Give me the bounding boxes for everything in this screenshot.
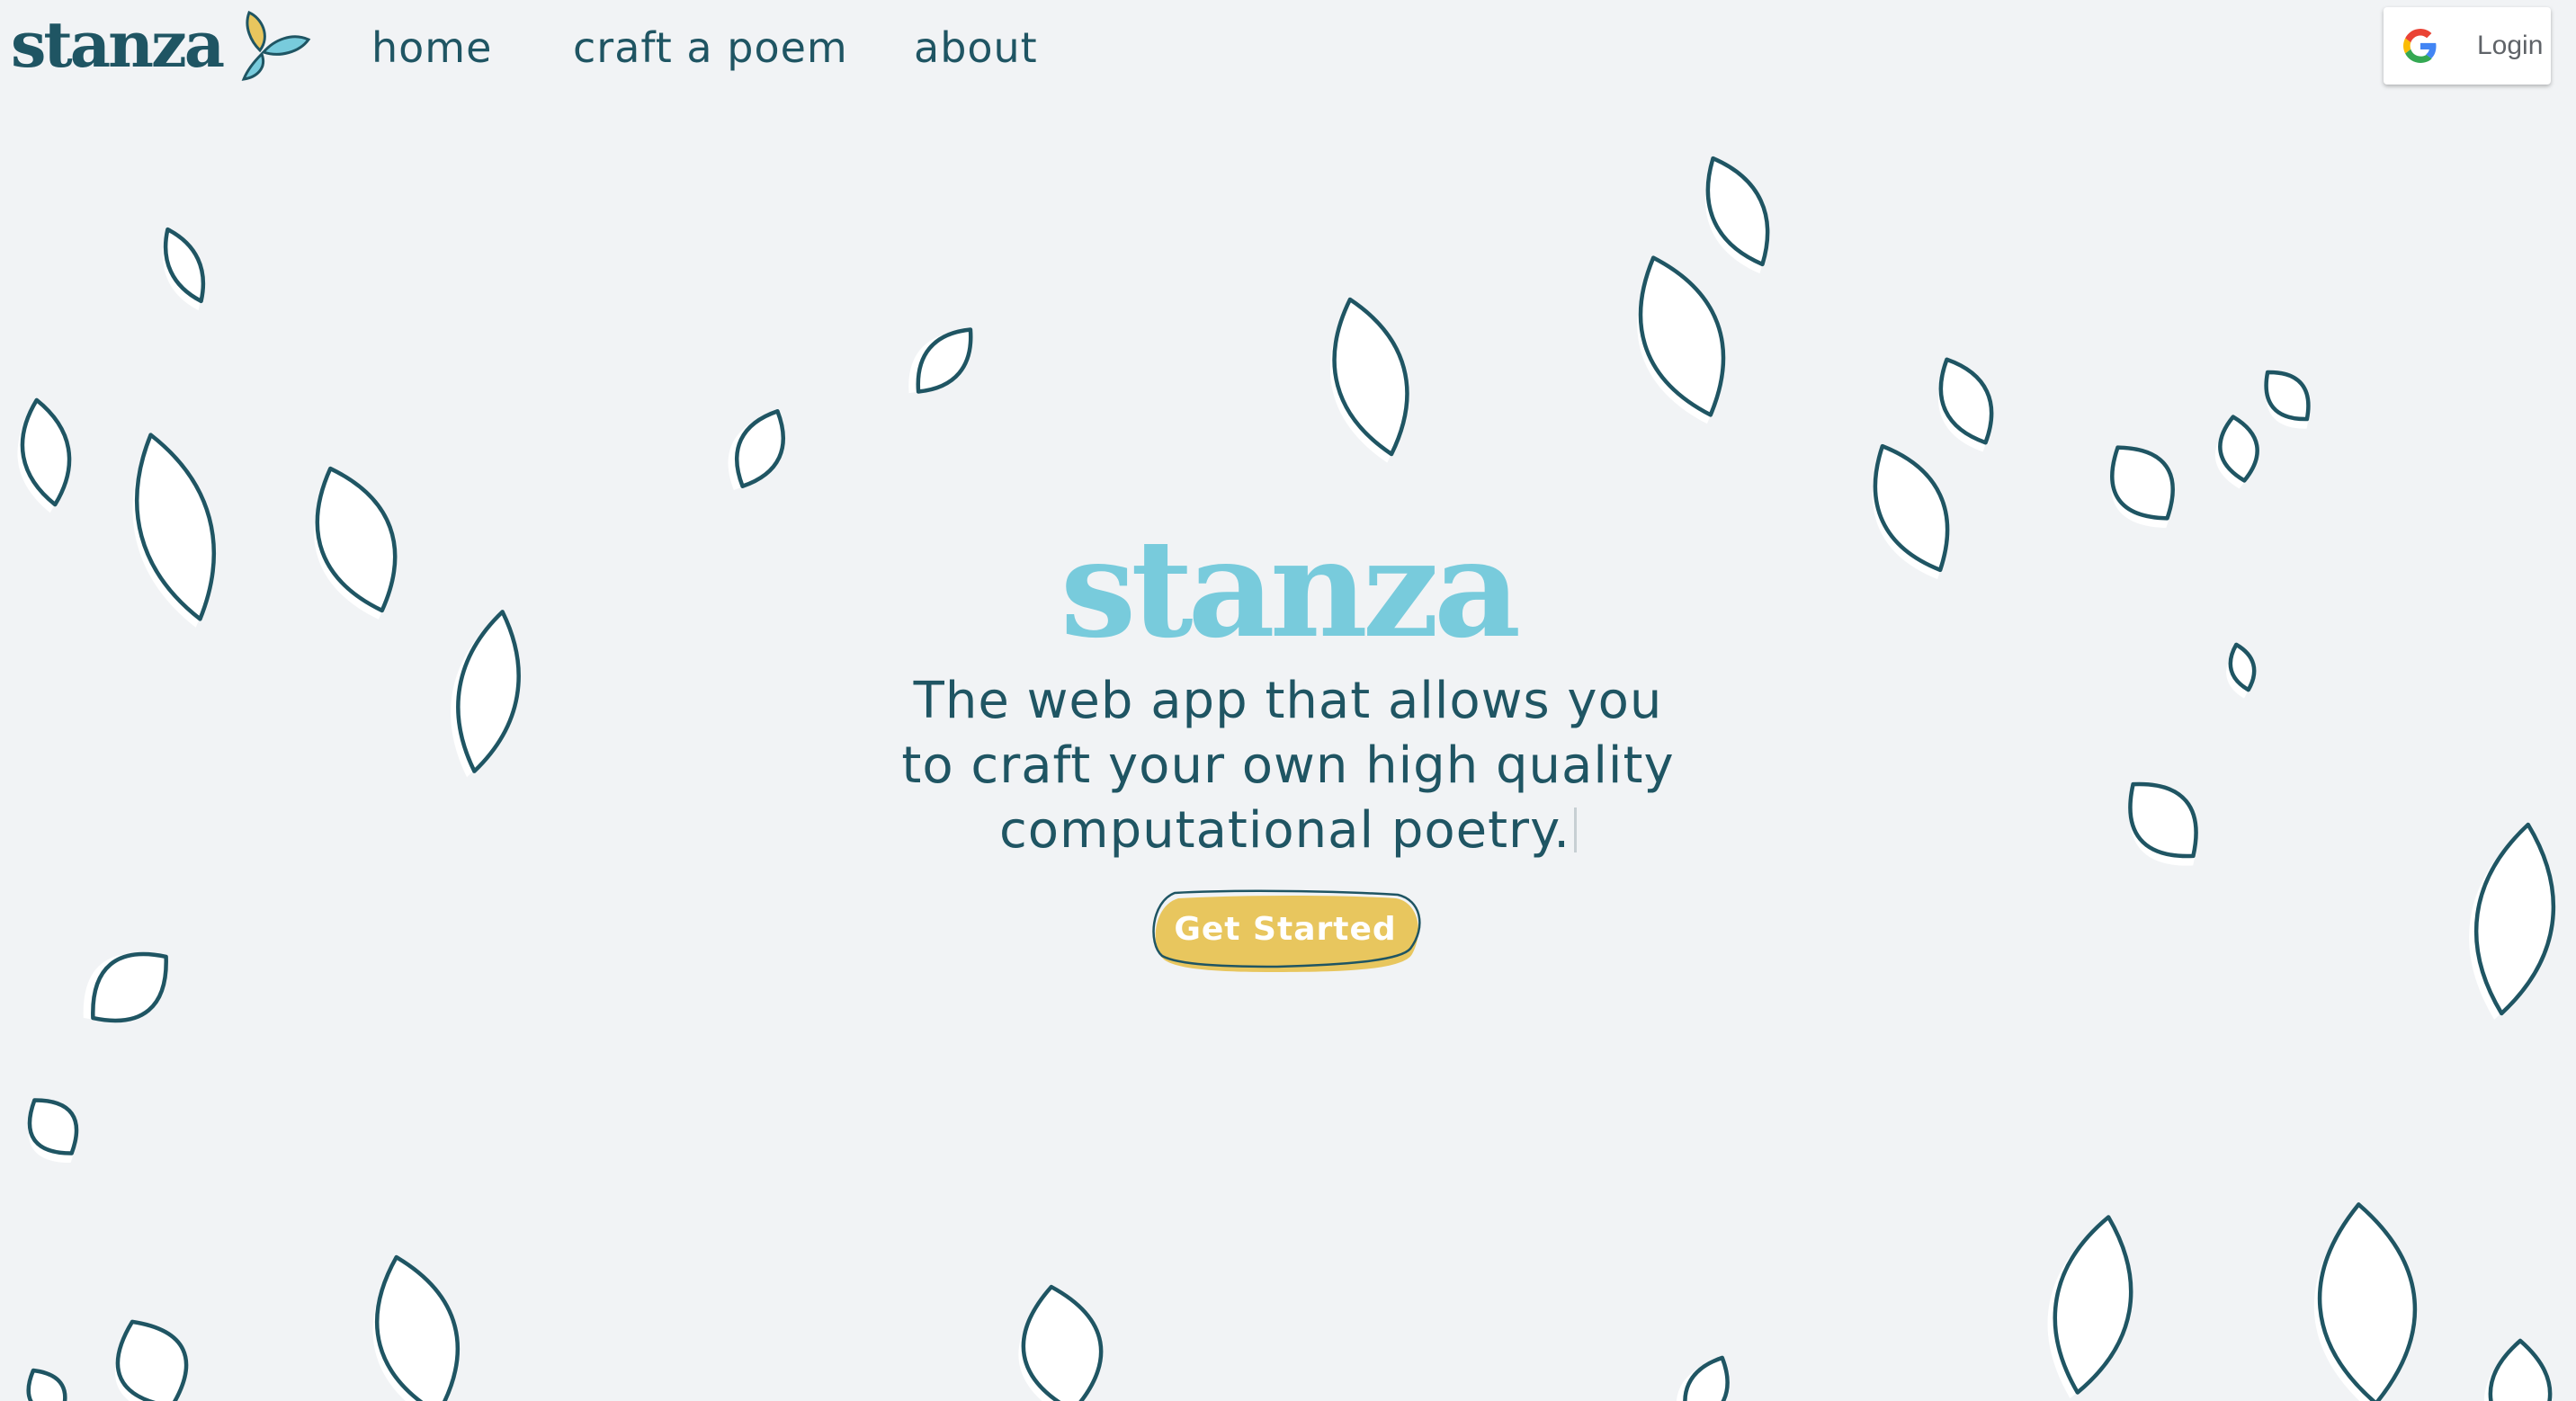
leaf-decoration	[2214, 415, 2259, 489]
hero-section: stanza The web app that allows you to cr…	[0, 522, 2576, 863]
nav-link-craft-a-poem[interactable]: craft a poem	[573, 23, 848, 72]
leaf-outline	[375, 1254, 460, 1401]
leaf-outline	[26, 1368, 67, 1401]
login-label: Login	[2477, 31, 2544, 60]
hero-tagline: The web app that allows you to craft you…	[883, 669, 1693, 863]
leaf-decoration	[1704, 156, 1770, 274]
leaf-decoration	[728, 409, 785, 490]
leaf-outline	[2488, 1338, 2553, 1401]
leaf-decoration	[1937, 357, 1994, 452]
leaf-decoration	[83, 951, 168, 1023]
hero-title: stanza	[1060, 510, 1521, 668]
leaf-decoration	[27, 1098, 79, 1164]
leaf-decoration	[115, 1319, 189, 1401]
hero-tagline-text: The web app that allows you to craft you…	[901, 672, 1675, 860]
leaf-decoration	[2047, 1215, 2133, 1399]
brand-logo[interactable]: stanza	[11, 9, 314, 81]
nav-link-home[interactable]: home	[371, 23, 492, 72]
leaf-outline	[20, 397, 72, 507]
leaf-decoration	[2313, 1202, 2418, 1401]
leaf-decoration	[26, 1368, 67, 1401]
leaf-decoration	[1637, 255, 1726, 424]
leaf-decoration	[2264, 370, 2311, 429]
leaf-decoration	[1018, 1284, 1104, 1401]
text-cursor	[1574, 808, 1578, 852]
leaf-decoration	[2484, 1338, 2553, 1401]
top-navigation-bar: stanza home craft a poem about Login	[0, 0, 2576, 108]
google-icon	[2403, 29, 2437, 63]
logo-text: stanza	[11, 7, 225, 82]
nav-link-about[interactable]: about	[914, 23, 1038, 72]
leaf-decoration	[1329, 297, 1409, 463]
leaf-decoration	[908, 327, 973, 394]
leaf-decoration	[1676, 1355, 1730, 1401]
get-started-wrapper: Get Started	[1142, 886, 1430, 976]
leaf-decoration	[163, 227, 206, 311]
leaf-outline	[2317, 1202, 2418, 1401]
leaf-decoration	[372, 1254, 460, 1401]
leaf-outline	[115, 1319, 189, 1401]
leaf-decoration	[17, 397, 72, 513]
leaf-sprout-icon	[241, 11, 311, 81]
google-login-button[interactable]: Login	[2384, 7, 2551, 85]
get-started-button[interactable]: Get Started	[1155, 893, 1416, 965]
